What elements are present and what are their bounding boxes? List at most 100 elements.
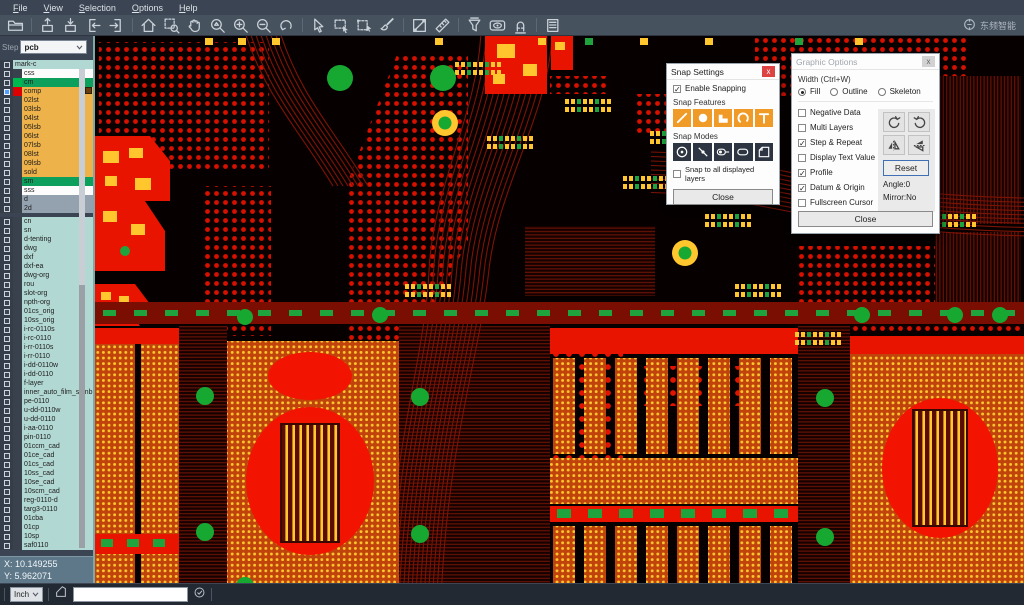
checkbox[interactable]: ✓ [798,184,806,192]
layer-visibility-checkbox[interactable] [4,435,10,441]
layer-color-swatch[interactable] [13,298,22,307]
check-display-text-value[interactable]: Display Text Value [798,153,880,162]
layer-color-swatch[interactable] [13,397,22,406]
checkbox[interactable]: ✓ [798,169,806,177]
snap-feature-text-button[interactable] [755,109,773,127]
rotate-ccw-button[interactable] [908,112,930,132]
layer-color-swatch[interactable] [13,105,22,114]
snap-mode-surface-button[interactable] [755,143,773,161]
layer-color-swatch[interactable] [13,505,22,514]
snap-close-button[interactable]: Close [673,189,773,205]
layer-color-swatch[interactable] [13,343,22,352]
menu-options[interactable]: Options [125,2,170,14]
measure-line-icon[interactable] [408,16,431,35]
layer-color-swatch[interactable] [13,177,22,186]
layer-visibility-checkbox[interactable] [4,188,10,194]
layer-color-swatch[interactable] [13,226,22,235]
checkbox[interactable] [798,199,806,207]
snap-feature-arc-button[interactable] [734,109,752,127]
layer-visibility-checkbox[interactable] [4,408,10,414]
checkbox[interactable] [798,109,806,117]
menu-help[interactable]: Help [172,2,205,14]
layer-visibility-checkbox[interactable] [4,170,10,176]
layer-visibility-checkbox[interactable] [4,543,10,549]
layer-row-mark-c[interactable]: mark-c [0,60,93,69]
snap-all-layers-checkbox[interactable] [673,170,681,178]
layer-color-swatch[interactable] [13,195,22,204]
layer-color-swatch[interactable] [13,244,22,253]
layer-list-scrollbar[interactable] [79,69,85,548]
zoom-previous-icon[interactable] [275,16,298,35]
layer-visibility-checkbox[interactable] [4,107,10,113]
layer-color-swatch[interactable] [13,469,22,478]
mirror-v-button[interactable] [908,135,930,155]
layer-visibility-checkbox[interactable] [4,291,10,297]
layer-visibility-checkbox[interactable] [4,345,10,351]
layer-visibility-checkbox[interactable] [4,237,10,243]
layer-color-swatch[interactable] [13,478,22,487]
layer-visibility-checkbox[interactable] [4,381,10,387]
layer-visibility-checkbox[interactable] [4,309,10,315]
layer-visibility-checkbox[interactable] [4,246,10,252]
layer-visibility-checkbox[interactable] [4,62,10,68]
layer-visibility-checkbox[interactable] [4,273,10,279]
layer-color-swatch[interactable] [13,532,22,541]
open-folder-icon[interactable] [4,16,27,35]
scrollbar-thumb[interactable] [79,69,85,285]
layer-visibility-checkbox[interactable] [4,219,10,225]
unit-select[interactable]: Inch [10,587,43,602]
layer-visibility-checkbox[interactable] [4,206,10,212]
radio-skeleton[interactable]: Skeleton [878,87,921,96]
apply-icon[interactable] [193,586,206,604]
layer-visibility-checkbox[interactable] [4,516,10,522]
layer-color-swatch[interactable] [13,406,22,415]
export-right-icon[interactable] [105,16,128,35]
layer-color-swatch[interactable] [13,87,22,96]
layer-visibility-checkbox[interactable] [4,480,10,486]
layer-color-swatch[interactable] [13,168,22,177]
checkbox[interactable] [798,124,806,132]
close-icon[interactable]: x [922,56,935,67]
home-icon[interactable] [137,16,160,35]
layer-visibility-checkbox[interactable] [4,363,10,369]
layer-color-swatch[interactable] [13,289,22,298]
layer-visibility-checkbox[interactable] [4,318,10,324]
layer-visibility-checkbox[interactable] [4,354,10,360]
layer-color-swatch[interactable] [13,361,22,370]
layer-visibility-icon[interactable] [486,16,509,35]
layer-visibility-checkbox[interactable] [4,143,10,149]
measure-ruler-icon[interactable] [431,16,454,35]
layer-color-swatch[interactable] [13,96,22,105]
zoom-area-icon[interactable] [206,16,229,35]
rotate-cw-button[interactable] [883,112,905,132]
select-rect-icon[interactable] [330,16,353,35]
layer-color-swatch[interactable] [13,280,22,289]
import-left-icon[interactable] [82,16,105,35]
step-select[interactable]: pcb [20,40,87,54]
layer-color-swatch[interactable] [13,451,22,460]
snap-all-layers-row[interactable]: Snap to all displayed layers [673,165,773,183]
check-step-repeat[interactable]: ✓Step & Repeat [798,138,880,147]
layer-color-swatch[interactable] [13,424,22,433]
reset-button[interactable]: Reset [883,160,929,176]
graphic-dialog-titlebar[interactable]: Graphic Options x [792,54,939,70]
report-form-icon[interactable] [541,16,564,35]
pan-hand-icon[interactable] [183,16,206,35]
layer-color-swatch[interactable] [13,523,22,532]
layer-visibility-checkbox[interactable] [4,255,10,261]
layer-visibility-checkbox[interactable] [4,417,10,423]
checkbox[interactable]: ✓ [798,139,806,147]
snap-feature-pad-button[interactable] [693,109,711,127]
layer-color-swatch[interactable] [13,325,22,334]
layer-visibility-checkbox[interactable] [4,399,10,405]
radio-outline[interactable]: Outline [830,87,867,96]
layer-visibility-checkbox[interactable] [4,444,10,450]
snap-feature-corner-button[interactable] [714,109,732,127]
snap-mode-slot-button[interactable] [734,143,752,161]
layer-color-swatch[interactable] [13,433,22,442]
layer-visibility-checkbox[interactable] [4,152,10,158]
zoom-out-icon[interactable] [252,16,275,35]
save-stack-up-icon[interactable] [36,16,59,35]
layer-visibility-checkbox[interactable] [4,462,10,468]
layer-visibility-checkbox[interactable] [4,89,10,95]
